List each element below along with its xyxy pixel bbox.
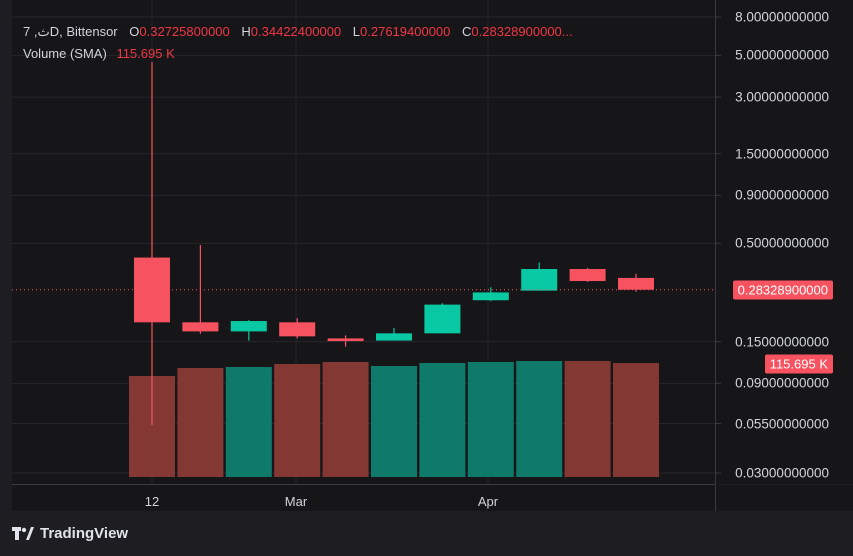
candle-body <box>521 269 558 291</box>
y-tick-label: 0.90000000000 <box>735 187 829 203</box>
volume-bar <box>322 362 369 477</box>
y-tick-label: 8.00000000000 <box>735 9 829 25</box>
y-tick-label: 0.09000000000 <box>735 375 829 391</box>
y-tick-label: 5.00000000000 <box>735 47 829 63</box>
volume-bar <box>467 362 514 477</box>
open-value: 0.32725800000 <box>139 24 230 39</box>
candle-body <box>182 322 219 332</box>
candle-body <box>230 321 267 332</box>
open-key: O <box>129 24 140 39</box>
y-tick-label: 1.50000000000 <box>735 146 829 162</box>
tradingview-logo[interactable]: TradingView <box>12 525 128 542</box>
y-tick-label: 0.50000000000 <box>735 235 829 251</box>
volume-bar <box>371 366 417 477</box>
candle-body <box>472 292 509 301</box>
volume-bar <box>516 361 563 477</box>
volume-bar <box>274 364 321 477</box>
close-value: 0.28328900000... <box>471 24 573 39</box>
symbol-label[interactable]: 7 ,ثD, Bittensor <box>23 24 118 39</box>
candle-body <box>327 338 364 342</box>
tradingview-brand: TradingView <box>40 525 129 542</box>
x-tick-label: Mar <box>284 494 308 509</box>
candle-body <box>279 322 316 337</box>
candle-body <box>569 269 606 282</box>
volume-bar <box>177 368 224 477</box>
volume-bar <box>419 363 466 477</box>
tradingview-icon <box>12 526 34 540</box>
close-key: C <box>462 24 472 39</box>
volume-bar <box>225 367 272 477</box>
y-tick-label: 0.15000000000 <box>735 334 829 350</box>
candle-body <box>618 277 654 290</box>
candle-body <box>376 333 412 341</box>
x-tick-label: Apr <box>477 494 499 509</box>
volume-bar <box>564 361 611 477</box>
y-tick-label: 3.00000000000 <box>735 89 829 105</box>
volume-legend: Volume (SMA) 115.695 K <box>23 46 175 61</box>
low-value: 0.27619400000 <box>360 24 451 39</box>
y-tick-label: 0.05500000000 <box>735 416 829 432</box>
x-tick-label: 12 <box>144 494 160 509</box>
ohlc-legend: 7 ,ثD, Bittensor O0.32725800000 H0.34422… <box>23 24 573 40</box>
volume-badge: 115.695 K <box>764 354 833 374</box>
volume-value: 115.695 K <box>116 46 175 61</box>
low-key: L <box>352 24 361 39</box>
volume-bar <box>613 363 659 477</box>
high-key: H <box>241 24 251 39</box>
candle-body <box>424 304 461 334</box>
high-value: 0.34422400000 <box>250 24 342 39</box>
y-tick-label: 0.03000000000 <box>735 465 829 481</box>
volume-label[interactable]: Volume (SMA) <box>23 46 107 61</box>
chart-plot <box>12 0 721 484</box>
last-price-badge: 0.28328900000 <box>732 280 833 300</box>
